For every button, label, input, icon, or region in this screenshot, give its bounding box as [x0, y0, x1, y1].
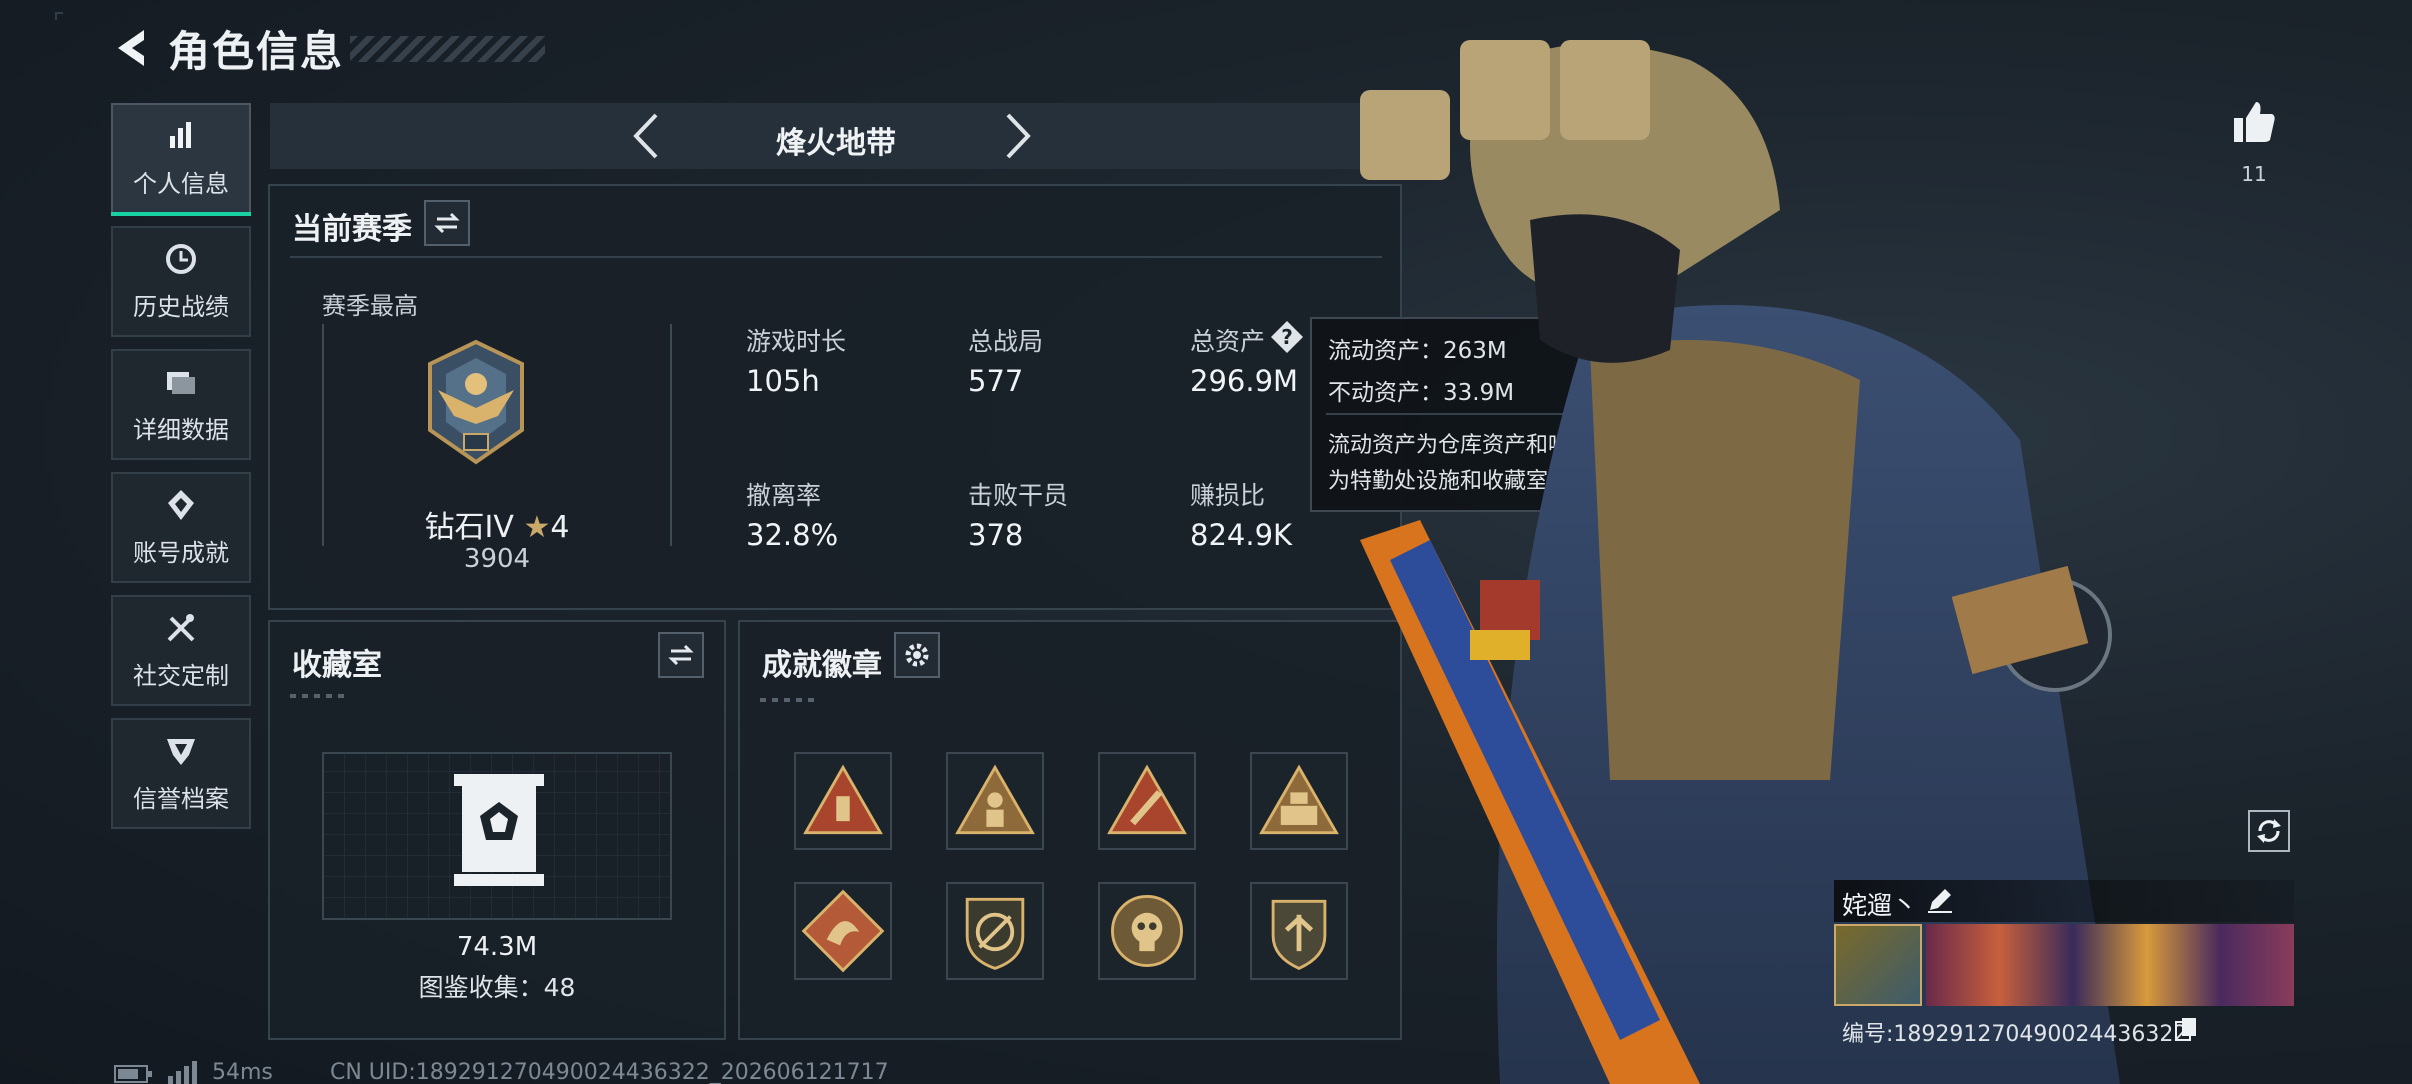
badges-panel: 成就徽章	[738, 620, 1402, 1040]
battery-icon	[114, 1065, 152, 1083]
stat-value-profit-ratio: 824.9K	[1190, 518, 1293, 552]
rifle-badge-icon	[965, 897, 1025, 970]
back-arrow-icon[interactable]	[110, 26, 154, 70]
player-name-bar: 姹遛丶	[1834, 880, 2294, 922]
sidebar-item-achievements[interactable]: 账号成就	[111, 472, 251, 583]
copy-icon[interactable]	[2174, 1016, 2198, 1042]
achievement-badge[interactable]	[794, 752, 892, 850]
sidebar-item-label: 详细数据	[133, 416, 229, 444]
ping-text: 54ms	[212, 1060, 273, 1084]
vault-icon	[454, 774, 544, 886]
player-banner	[1926, 924, 2294, 1006]
svg-text:?: ?	[1281, 325, 1293, 349]
stat-label-playtime: 游戏时长	[746, 327, 847, 356]
sidebar-item-label: 信誉档案	[133, 785, 229, 813]
achievement-badge[interactable]	[794, 882, 892, 980]
mode-tab-bar: 烽火地带	[270, 103, 1402, 169]
player-avatar[interactable]	[1834, 924, 1922, 1006]
dotted-decoration	[290, 694, 350, 698]
corner-frame	[55, 12, 63, 20]
ammo-badge-icon	[803, 764, 883, 835]
swap-icon	[434, 212, 460, 234]
header-hatch-decoration	[350, 36, 545, 62]
collection-switch-button[interactable]	[658, 632, 704, 678]
swap-icon	[668, 644, 694, 666]
achievement-badge[interactable]	[1098, 752, 1196, 850]
badges-settings-button[interactable]	[894, 632, 940, 678]
stat-label-total-matches: 总战局	[968, 327, 1044, 356]
gear-icon	[905, 643, 929, 667]
shield-badge-icon	[1271, 899, 1327, 970]
achievement-badge[interactable]	[1098, 882, 1196, 980]
uid-text: CN UID:189291270490024436322_20260612171…	[330, 1060, 889, 1084]
sidebar-item-label: 个人信息	[133, 170, 229, 198]
season-panel: 当前赛季 赛季最高 钻石IV ★4 3904 游戏时长 105h 总战局 577…	[268, 184, 1402, 610]
achievement-badge[interactable]	[946, 752, 1044, 850]
thumbs-up-icon[interactable]	[2230, 98, 2278, 146]
sidebar-item-detail-data[interactable]: 详细数据	[111, 349, 251, 460]
stat-label-total-assets: 总资产	[1190, 327, 1266, 356]
diamond-rank-emblem-icon	[428, 339, 524, 465]
help-icon[interactable]: ?	[1270, 320, 1304, 354]
bar-chart-icon	[170, 122, 191, 148]
page-header: 角色信息	[110, 20, 344, 76]
reputation-icon	[167, 739, 195, 765]
sidebar-item-social[interactable]: 社交定制	[111, 595, 251, 706]
soldier-badge-icon	[955, 764, 1035, 835]
stat-value-kills: 378	[968, 518, 1024, 552]
achievement-badge[interactable]	[1250, 752, 1348, 850]
star-icon: ★	[523, 510, 551, 545]
refresh-icon	[2257, 819, 2281, 843]
stat-label-profit-ratio: 赚损比	[1190, 481, 1266, 510]
season-best-label: 赛季最高	[322, 292, 418, 320]
stat-label-kills: 击败干员	[968, 481, 1069, 510]
achievement-badge[interactable]	[946, 882, 1044, 980]
divider	[290, 256, 1382, 258]
sidebar-item-label: 社交定制	[133, 662, 229, 690]
strike-badge-icon	[1107, 764, 1187, 835]
player-name: 姹遛丶	[1842, 891, 1918, 920]
stat-value-playtime: 105h	[746, 364, 820, 398]
achievement-badge[interactable]	[1250, 882, 1348, 980]
rank-stars: 4	[550, 510, 570, 545]
collection-value: 74.3M	[456, 932, 538, 962]
sidebar-item-label: 历史战绩	[133, 293, 229, 321]
history-icon	[166, 244, 196, 274]
edit-icon[interactable]	[1926, 886, 1954, 914]
rank-line: 钻石IV ★4	[322, 502, 672, 546]
dragon-badge-icon	[801, 889, 885, 973]
player-id: 编号:18929127049002443632​2	[1842, 1016, 2187, 1048]
collection-title: 收藏室	[292, 648, 382, 683]
stat-value-total-assets: 296.9M	[1190, 364, 1299, 398]
season-title: 当前赛季	[292, 212, 412, 247]
badges-title: 成就徽章	[762, 648, 882, 683]
collection-count: 图鉴收集：48	[418, 973, 576, 1002]
season-switch-button[interactable]	[424, 200, 470, 246]
rotate-view-button[interactable]	[2248, 810, 2290, 852]
stat-value-total-matches: 577	[968, 364, 1024, 398]
skull-badge-icon	[1111, 895, 1183, 967]
sidebar-item-reputation[interactable]: 信誉档案	[111, 718, 251, 829]
tools-icon	[167, 614, 195, 642]
like-count: 11	[2241, 162, 2267, 186]
stat-label-extract-rate: 撤离率	[746, 481, 822, 510]
mode-tab-label: 烽火地带	[776, 126, 896, 161]
achievement-icon	[168, 490, 194, 520]
team-badge-icon	[1259, 764, 1339, 835]
rank-name: 钻石IV	[424, 510, 514, 545]
rank-score: 3904	[463, 544, 531, 574]
sidebar-item-personal-info[interactable]: 个人信息	[111, 103, 251, 216]
dotted-decoration	[760, 698, 820, 702]
sidebar-item-history[interactable]: 历史战绩	[111, 226, 251, 337]
stat-value-extract-rate: 32.8%	[746, 518, 839, 552]
signal-icon	[168, 1061, 197, 1084]
game-screen: { "header":{"title":"角色信息"}, "sidebar":{…	[0, 0, 2412, 1084]
next-mode-arrow-icon[interactable]	[1002, 111, 1036, 161]
folder-icon	[167, 372, 195, 394]
sidebar-item-label: 账号成就	[133, 539, 229, 567]
player-id-text: 编号:18929127049002443632​2	[1842, 1022, 2188, 1047]
page-title: 角色信息	[168, 26, 345, 76]
collection-panel: 收藏室 74.3M 图鉴收集：48	[268, 620, 726, 1040]
